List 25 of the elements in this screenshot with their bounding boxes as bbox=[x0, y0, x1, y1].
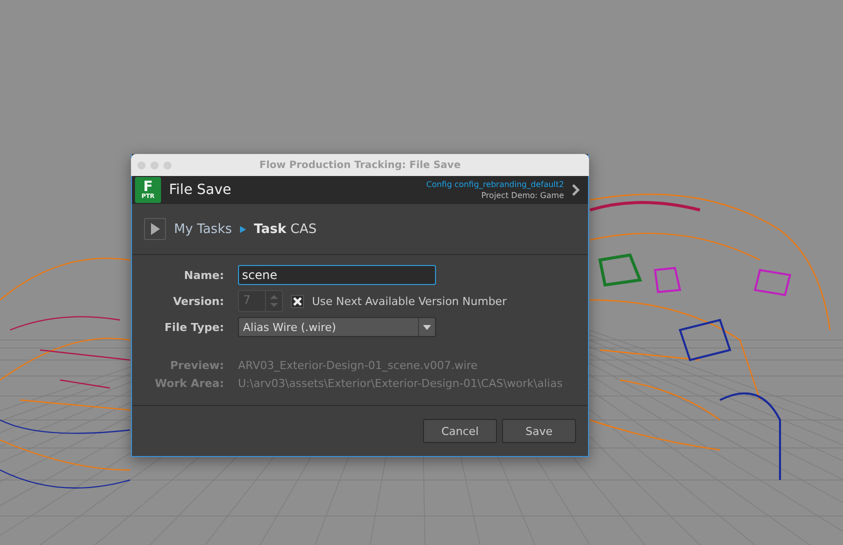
work-area-value: U:\arv03\assets\Exterior\Exterior-Design-01\CAS\work\alias bbox=[238, 377, 564, 390]
cancel-button[interactable]: Cancel bbox=[423, 419, 497, 443]
work-area-label: Work Area: bbox=[154, 377, 224, 390]
dropdown-arrow-icon bbox=[423, 324, 431, 330]
name-field[interactable]: scene bbox=[238, 265, 436, 285]
dialog-title: File Save bbox=[169, 182, 232, 198]
cross-icon bbox=[293, 296, 302, 306]
play-icon bbox=[150, 223, 160, 235]
name-label: Name: bbox=[183, 268, 224, 282]
file-type-label: File Type: bbox=[164, 320, 224, 334]
preview-label: Preview: bbox=[169, 359, 224, 372]
version-label: Version: bbox=[172, 294, 224, 308]
breadcrumb-current: Task CAS bbox=[254, 222, 317, 236]
play-button[interactable] bbox=[144, 218, 166, 240]
config-name[interactable]: Config config_rebranding_default2 bbox=[426, 179, 564, 190]
use-next-label: Use Next Available Version Number bbox=[312, 294, 507, 308]
chevron-right-icon[interactable] bbox=[572, 184, 580, 196]
preview-value: ARV03_Exterior-Design-01_scene.v007.wire bbox=[238, 359, 479, 372]
project-name: Project Demo: Game bbox=[481, 190, 564, 201]
save-button[interactable]: Save bbox=[502, 419, 576, 443]
file-type-dropdown[interactable]: Alias Wire (.wire) bbox=[238, 317, 436, 337]
use-next-checkbox[interactable] bbox=[291, 294, 304, 308]
window-title: Flow Production Tracking: File Save bbox=[258, 160, 462, 170]
triangle-right-icon bbox=[240, 226, 246, 232]
breadcrumb-link[interactable]: My Tasks bbox=[174, 222, 232, 236]
